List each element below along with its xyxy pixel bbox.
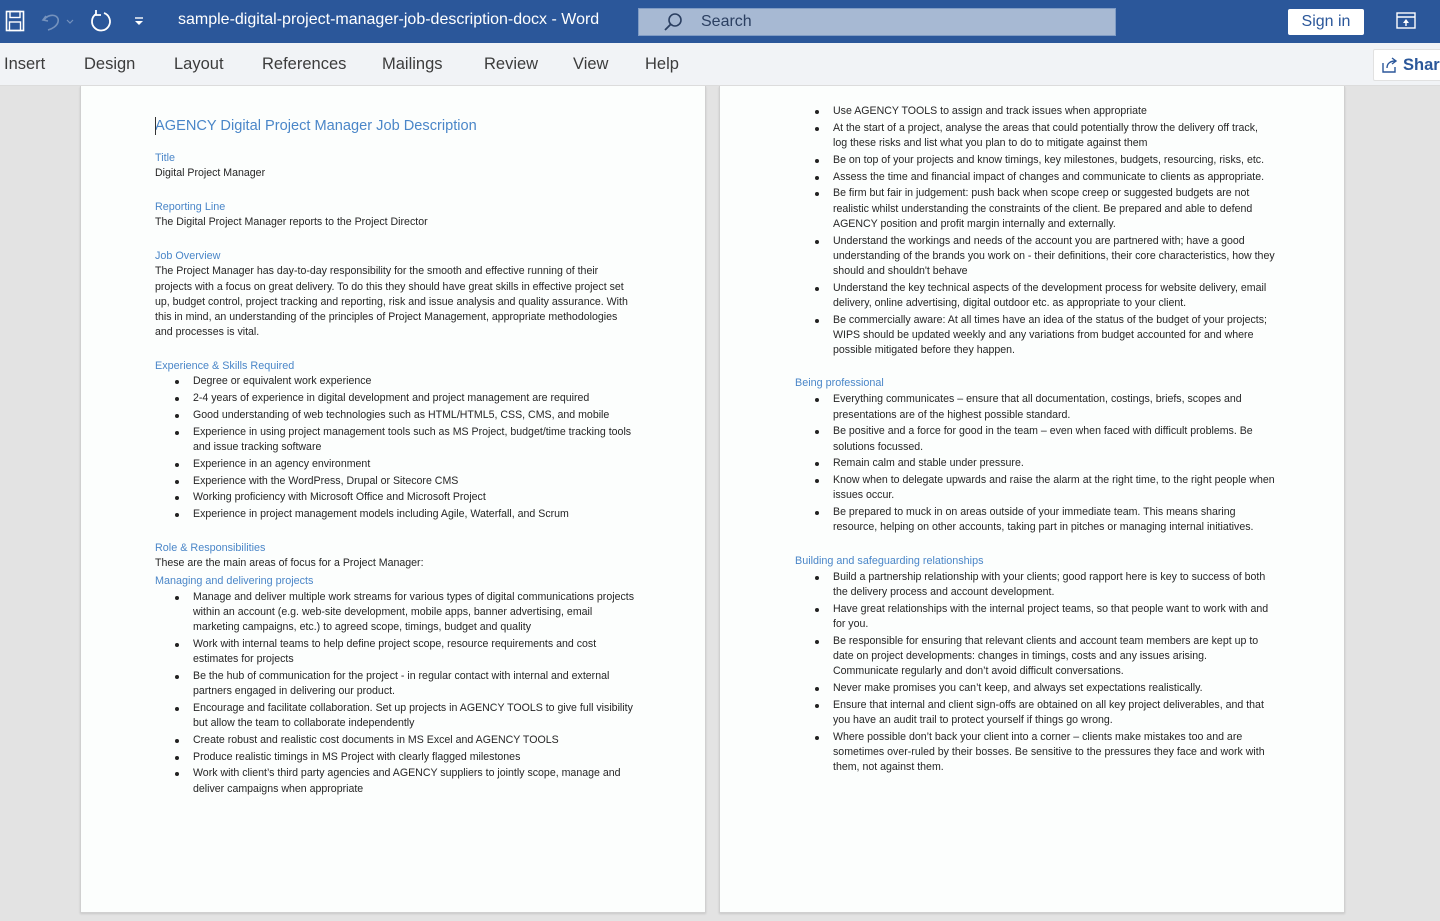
list-item: Working proficiency with Microsoft Offic… — [175, 490, 635, 505]
list-item: Encourage and facilitate collaboration. … — [175, 701, 635, 731]
section-heading: Title — [155, 152, 175, 164]
share-icon — [1382, 57, 1398, 73]
managing-list-continued: Use AGENCY TOOLS to assign and track iss… — [815, 104, 1275, 358]
customize-quick-access-icon[interactable] — [132, 8, 146, 34]
list-item: Good understanding of web technologies s… — [175, 408, 635, 423]
section-title: Title Digital Project Manager — [155, 151, 635, 181]
document-heading-text: AGENCY Digital Project Manager Job Descr… — [155, 118, 477, 134]
list-item: Be firm but fair in judgement: push back… — [815, 186, 1275, 232]
section-heading: Reporting Line — [155, 201, 226, 214]
redo-icon[interactable] — [88, 8, 114, 34]
share-button[interactable]: Share — [1373, 49, 1440, 81]
page-1[interactable]: AGENCY Digital Project Manager Job Descr… — [80, 86, 706, 913]
list-item: Remain calm and stable under pressure. — [815, 456, 1275, 471]
experience-list: Degree or equivalent work experience 2-4… — [175, 374, 635, 522]
list-item: Understand the key technical aspects of … — [815, 281, 1275, 311]
tab-layout[interactable]: Layout — [174, 55, 224, 74]
sign-in-button[interactable]: Sign in — [1288, 9, 1364, 35]
document-canvas[interactable]: AGENCY Digital Project Manager Job Descr… — [0, 86, 1440, 921]
subsection-heading: Building and safeguarding relationships — [795, 554, 984, 567]
tab-mailings[interactable]: Mailings — [382, 55, 443, 74]
section-heading: Experience & Skills Required — [155, 360, 295, 373]
relationships-list: Build a partnership relationship with yo… — [815, 570, 1275, 776]
section-role: Role & Responsibilities These are the ma… — [155, 541, 635, 796]
section-text: The Digital Project Manager reports to t… — [155, 216, 428, 229]
search-box[interactable]: Search — [638, 8, 1116, 36]
tab-help[interactable]: Help — [645, 55, 679, 74]
list-item: Be responsible for ensuring that relevan… — [815, 634, 1275, 680]
tab-review[interactable]: Review — [484, 55, 538, 74]
list-item: Be on top of your projects and know timi… — [815, 153, 1275, 168]
title-bar: sample-digital-project-manager-job-descr… — [0, 0, 1440, 43]
undo-icon[interactable] — [40, 8, 76, 34]
section-heading: Role & Responsibilities — [155, 542, 266, 555]
list-item: Be commercially aware: At all times have… — [815, 313, 1275, 359]
search-icon — [664, 13, 682, 31]
list-item: Know when to delegate upwards and raise … — [815, 473, 1275, 503]
section-text: The Project Manager has day-to-day respo… — [155, 265, 628, 339]
list-item: Be positive and a force for good in the … — [815, 424, 1275, 454]
list-item: Ensure that internal and client sign-off… — [815, 698, 1275, 728]
page-2-content[interactable]: Use AGENCY TOOLS to assign and track iss… — [795, 104, 1275, 777]
section-job-overview: Job Overview The Project Manager has day… — [155, 249, 635, 340]
document-heading: AGENCY Digital Project Manager Job Descr… — [155, 116, 635, 136]
share-label: Share — [1403, 55, 1440, 74]
list-item: Never make promises you can’t keep, and … — [815, 681, 1275, 696]
subsection-heading: Being professional — [795, 377, 884, 390]
list-item: Build a partnership relationship with yo… — [815, 570, 1275, 600]
section-text: These are the main areas of focus for a … — [155, 557, 424, 570]
tab-references[interactable]: References — [262, 55, 346, 74]
list-item: Have great relationships with the intern… — [815, 602, 1275, 632]
list-item: 2-4 years of experience in digital devel… — [175, 391, 635, 406]
list-item: Everything communicates – ensure that al… — [815, 392, 1275, 422]
professional-list: Everything communicates – ensure that al… — [815, 392, 1275, 535]
list-item: Use AGENCY TOOLS to assign and track iss… — [815, 104, 1275, 119]
list-item: Create robust and realistic cost documen… — [175, 733, 635, 748]
list-item: Assess the time and financial impact of … — [815, 170, 1275, 185]
list-item: Where possible don’t back your client in… — [815, 730, 1275, 776]
text-cursor — [155, 117, 156, 135]
tab-design[interactable]: Design — [84, 55, 135, 74]
list-item: Understand the workings and needs of the… — [815, 234, 1275, 280]
section-text: Digital Project Manager — [155, 167, 266, 179]
list-item: At the start of a project, analyse the a… — [815, 121, 1275, 151]
list-item: Work with client’s third party agencies … — [175, 766, 635, 796]
search-placeholder: Search — [701, 13, 752, 30]
list-item: Degree or equivalent work experience — [175, 374, 635, 389]
tab-insert[interactable]: Insert — [4, 55, 45, 74]
ribbon-tabs: Insert Design Layout References Mailings… — [0, 43, 1440, 86]
ribbon-display-options-icon[interactable] — [1396, 12, 1416, 30]
list-item: Experience in an agency environment — [175, 457, 635, 472]
list-item: Be prepared to muck in on areas outside … — [815, 505, 1275, 535]
section-heading: Job Overview — [155, 250, 221, 263]
list-item: Produce realistic timings in MS Project … — [175, 750, 635, 765]
page-1-content[interactable]: AGENCY Digital Project Manager Job Descr… — [155, 116, 635, 798]
list-item: Experience in project management models … — [175, 507, 635, 522]
list-item: Work with internal teams to help define … — [175, 637, 635, 667]
save-icon[interactable] — [4, 8, 26, 34]
tab-view[interactable]: View — [573, 55, 608, 74]
list-item: Experience in using project management t… — [175, 425, 635, 455]
document-title: sample-digital-project-manager-job-descr… — [178, 11, 600, 28]
page-2[interactable]: Use AGENCY TOOLS to assign and track iss… — [719, 86, 1345, 913]
list-item: Experience with the WordPress, Drupal or… — [175, 474, 635, 489]
list-item: Manage and deliver multiple work streams… — [175, 590, 635, 636]
section-reporting-line: Reporting Line The Digital Project Manag… — [155, 200, 635, 230]
section-experience: Experience & Skills Required Degree or e… — [155, 359, 635, 522]
list-item: Be the hub of communication for the proj… — [175, 669, 635, 699]
subsection-heading: Managing and delivering projects — [155, 574, 314, 587]
managing-list: Manage and deliver multiple work streams… — [175, 590, 635, 797]
